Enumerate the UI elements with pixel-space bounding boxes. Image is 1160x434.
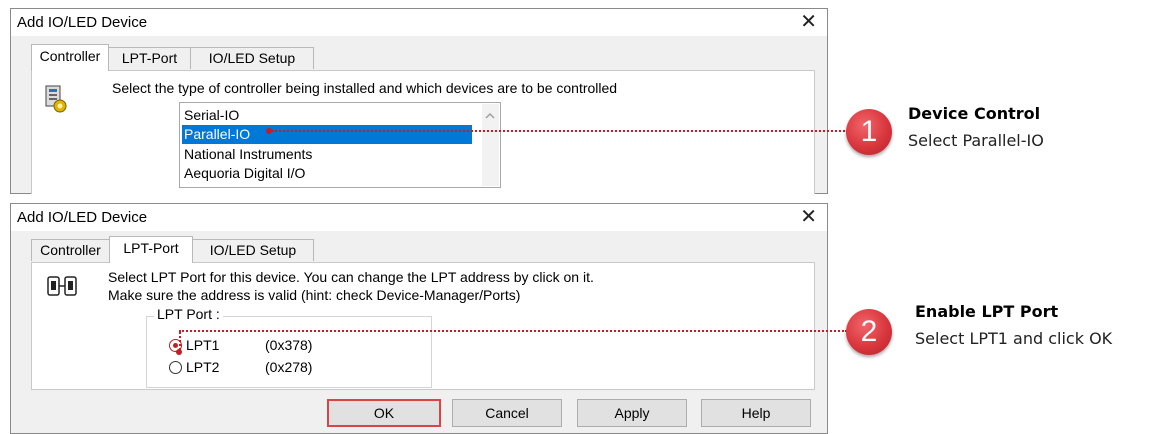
tab-strip: Controller LPT-Port IO/LED Setup bbox=[31, 44, 351, 71]
listbox-scrollbar[interactable] bbox=[482, 104, 499, 186]
dialog-add-io-led-device-controller: Add IO/LED Device ✕ Controller LPT-Port … bbox=[10, 8, 828, 194]
dialog-title: Add IO/LED Device bbox=[17, 209, 148, 226]
lpt-instruction-line-2: Make sure the address is valid (hint: ch… bbox=[108, 287, 521, 303]
tab-controller[interactable]: Controller bbox=[31, 239, 110, 261]
lpt-port-group: LPT Port : LPT1 (0x378) LPT2 (0x278) bbox=[146, 306, 432, 388]
lpt2-label: LPT2 bbox=[186, 359, 220, 375]
close-icon[interactable]: ✕ bbox=[800, 206, 817, 228]
title-bar: Add IO/LED Device ✕ bbox=[11, 9, 827, 36]
callout-2-title: Enable LPT Port bbox=[915, 302, 1059, 321]
port-connector-icon bbox=[46, 273, 78, 301]
radio-lpt1[interactable]: LPT1 (0x378) bbox=[169, 336, 369, 356]
radio-button-lpt2[interactable] bbox=[169, 361, 182, 374]
title-bar: Add IO/LED Device ✕ bbox=[11, 204, 827, 231]
tab-io-led-setup[interactable]: IO/LED Setup bbox=[190, 47, 314, 69]
controller-type-listbox[interactable]: Serial-IO Parallel-IO National Instrumen… bbox=[179, 102, 501, 188]
close-icon[interactable]: ✕ bbox=[800, 11, 817, 33]
callout-2-text: Select LPT1 and click OK bbox=[915, 329, 1113, 348]
radio-lpt2[interactable]: LPT2 (0x278) bbox=[169, 358, 369, 378]
controller-panel: Select the type of controller being inst… bbox=[31, 70, 815, 194]
callout-2-badge: 2 bbox=[846, 309, 892, 355]
dialog-add-io-led-device-lpt-port: Add IO/LED Device ✕ Controller LPT-Port … bbox=[10, 203, 828, 434]
list-item-parallel-io[interactable]: Parallel-IO bbox=[182, 125, 472, 144]
callout-1-title: Device Control bbox=[908, 104, 1041, 123]
callout-2-connector-line bbox=[179, 330, 847, 332]
lpt-instruction-line-1: Select LPT Port for this device. You can… bbox=[108, 269, 594, 285]
tab-lpt-port[interactable]: LPT-Port bbox=[109, 236, 193, 263]
dialog-title: Add IO/LED Device bbox=[17, 14, 148, 31]
tab-controller[interactable]: Controller bbox=[31, 44, 109, 71]
callout-2-connector-vertical bbox=[179, 332, 181, 350]
list-item-serial-io[interactable]: Serial-IO bbox=[184, 106, 239, 125]
callout-1-text: Select Parallel-IO bbox=[908, 131, 1044, 150]
chevron-up-icon[interactable] bbox=[485, 107, 495, 119]
lpt1-address[interactable]: (0x378) bbox=[265, 337, 312, 353]
controller-instruction: Select the type of controller being inst… bbox=[112, 80, 618, 96]
callout-1-badge: 1 bbox=[846, 109, 892, 155]
lpt1-label: LPT1 bbox=[186, 337, 220, 353]
list-item-national-instruments[interactable]: National Instruments bbox=[184, 145, 312, 164]
apply-button[interactable]: Apply bbox=[577, 399, 687, 427]
tab-io-led-setup[interactable]: IO/LED Setup bbox=[192, 239, 314, 261]
callout-1-connector-line bbox=[272, 130, 848, 132]
lpt-port-panel: Select LPT Port for this device. You can… bbox=[31, 262, 815, 390]
ok-button[interactable]: OK bbox=[327, 399, 441, 427]
lpt2-address[interactable]: (0x278) bbox=[265, 359, 312, 375]
help-button[interactable]: Help bbox=[701, 399, 811, 427]
tab-lpt-port[interactable]: LPT-Port bbox=[108, 47, 191, 69]
lpt-port-group-label: LPT Port : bbox=[154, 306, 223, 322]
tab-strip: Controller LPT-Port IO/LED Setup bbox=[31, 236, 351, 263]
controller-device-icon bbox=[43, 84, 69, 114]
list-item-aequoria-digital-io[interactable]: Aequoria Digital I/O bbox=[184, 164, 305, 183]
cancel-button[interactable]: Cancel bbox=[452, 399, 562, 427]
